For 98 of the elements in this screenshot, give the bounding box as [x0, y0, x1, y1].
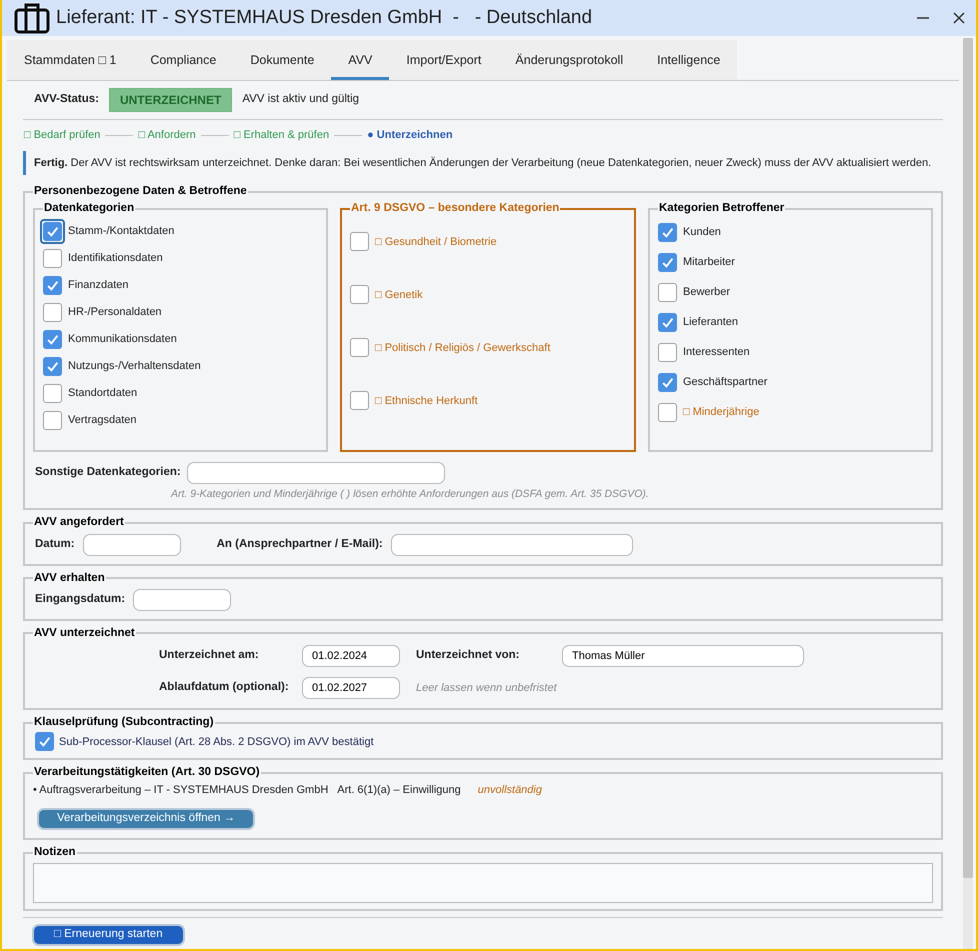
status-text: AVV ist aktiv und gültig [242, 92, 360, 108]
checkbox-label: Kunden [683, 225, 721, 240]
text-field[interactable]: Thomas Müller [562, 645, 804, 667]
legal-basis: Art. 6(1)(a) – Einwilligung [337, 782, 461, 798]
checkbox[interactable] [43, 302, 62, 322]
checkbox[interactable] [35, 732, 54, 752]
checkbox[interactable] [43, 356, 62, 376]
field-label: Unterzeichnet von: [416, 648, 521, 664]
group-title: Personenbezogene Daten & Betroffene [33, 184, 248, 199]
checkbox[interactable] [43, 384, 62, 402]
renewal-button[interactable]: □ Erneuerung starten [32, 924, 185, 946]
checkbox-label: □ Ethnische Herkunft [375, 394, 478, 408]
checkbox[interactable] [350, 390, 369, 410]
checkmark-icon [661, 376, 674, 389]
group-title: Klauselprüfung (Subcontracting) [33, 715, 215, 730]
checkbox-label: Nutzungs-/Verhaltensdaten [68, 358, 201, 374]
checkbox-label: Interessenten [683, 345, 750, 360]
tab[interactable]: Import/Export [389, 40, 498, 80]
group-title: Kategorien Betroffener [658, 201, 786, 216]
tab[interactable]: Stammdaten □ 1 [7, 40, 134, 80]
activity-text: • Auftragsverarbeitung – IT - SYSTEMHAUS Dresden GmbH [33, 782, 328, 798]
checkbox-label: Kommunikationsdaten [68, 332, 177, 347]
checkbox-label: Geschäftspartner [683, 375, 768, 390]
checkbox-label: Vertragsdaten [68, 412, 136, 428]
field-label: Datum: [35, 536, 75, 552]
tab[interactable]: Änderungsprotokoll [498, 40, 640, 80]
text-field[interactable] [390, 534, 633, 556]
text-field[interactable] [186, 462, 445, 484]
checkbox-label: HR-/Personaldaten [68, 304, 162, 320]
tab[interactable]: Dokumente [233, 40, 332, 80]
checkbox[interactable] [43, 248, 62, 268]
checkbox[interactable] [658, 343, 677, 362]
tab[interactable]: AVV [331, 40, 390, 80]
status-badge: UNTERZEICHNET [108, 88, 232, 112]
checkbox[interactable] [658, 223, 677, 242]
checkmark-icon [661, 316, 674, 329]
checkbox-label: □ Genetik [375, 288, 423, 302]
group-title: Art. 9 DSGVO – besondere Kategorien [350, 201, 560, 216]
group-title: AVV angefordert [33, 515, 125, 530]
field-label: Unterzeichnet am: [159, 648, 260, 664]
notes-field[interactable] [33, 863, 933, 904]
checkmark-icon [46, 224, 59, 238]
group-title: Verarbeitungstätigkeiten (Art. 30 DSGVO) [33, 765, 261, 780]
progress-step: □ Erhalten & prüfen [234, 127, 330, 144]
checkbox[interactable] [350, 338, 369, 356]
group-title: Datenkategorien [43, 201, 136, 216]
group-title: AVV erhalten [33, 570, 106, 586]
checkbox[interactable] [658, 283, 677, 302]
progress-step: □ Anfordern [138, 127, 196, 144]
checkbox[interactable] [43, 276, 62, 294]
checkmark-icon [38, 735, 51, 748]
field-label: An (Ansprechpartner / E-Mail): [216, 536, 383, 552]
status-text: unvollständig [478, 782, 542, 798]
checkbox-label: Finanzdaten [68, 278, 129, 293]
checkbox-label: Stamm-/Kontaktdaten [68, 224, 174, 239]
checkbox-label: Identifikationsdaten [68, 250, 163, 266]
checkbox-label: Standortdaten [68, 386, 138, 401]
close-icon[interactable] [952, 11, 966, 25]
checkbox[interactable] [658, 403, 677, 422]
text-field[interactable] [133, 588, 232, 611]
window-title: Lieferant: IT - SYSTEMHAUS Dresden GmbH - - Deutschland [56, 6, 592, 30]
briefcase-icon [14, 2, 50, 34]
field-label: Sonstige Datenkategorien: [35, 464, 181, 480]
checkmark-icon [661, 256, 674, 269]
checkbox[interactable] [43, 330, 62, 348]
checkmark-icon [46, 332, 59, 346]
text-field[interactable]: 01.02.2027 [302, 677, 400, 699]
group-title: AVV unterzeichnet [33, 626, 136, 641]
tab[interactable]: Intelligence [640, 40, 738, 80]
checkbox-label: Mitarbeiter [683, 255, 735, 270]
checkbox-label: □ Politisch / Religiös / Gewerkschaft [375, 340, 550, 356]
hint-text: Leer lassen wenn unbefristet [416, 680, 558, 696]
tab[interactable]: Compliance [133, 40, 234, 80]
checkbox[interactable] [350, 284, 369, 304]
checkmark-icon [46, 278, 59, 292]
checkbox[interactable] [350, 232, 369, 250]
hint-text: Art. 9-Kategorien und Minderjährige ( ) lösen erhöhte Anforderungen aus (DSFA gem. Art. 35 DSGVO). [170, 486, 650, 502]
status-label: AVV-Status: [34, 92, 99, 108]
checkbox[interactable] [43, 410, 62, 430]
field-label: Ablaufdatum (optional): [159, 680, 290, 696]
checkbox-label: □ Gesundheit / Biometrie [375, 234, 497, 250]
open-register-button[interactable]: Verarbeitungsverzeichnis öffnen → [37, 808, 256, 830]
checkbox-label: Sub-Processor-Klausel (Art. 28 Abs. 2 DSGVO) im AVV bestätigt [59, 734, 374, 750]
checkmark-icon [46, 360, 59, 372]
group-title: Notizen [33, 845, 77, 860]
checkbox[interactable] [658, 313, 677, 332]
checkbox-label: Lieferanten [683, 315, 738, 330]
checkbox[interactable] [658, 373, 677, 392]
text-field[interactable]: 01.02.2024 [302, 645, 400, 667]
checkbox-label: □ Minderjährige [683, 405, 760, 420]
checkbox-label: Bewerber [683, 285, 730, 300]
checkmark-icon [661, 226, 674, 239]
field-label: Eingangsdatum: [35, 592, 126, 608]
progress-step: □ Bedarf prüfen [24, 127, 100, 144]
progress-step: ● Unterzeichnen [367, 127, 453, 144]
text-field[interactable] [82, 534, 181, 556]
info-message: Fertig. Der AVV ist rechtswirksam unterzeichnet. Denke daran: Bei wesentlichen Änderungen der Verarbeitung (neue Datenkategorien, neuer Zweck) muss der AVV aktualisiert werden. [23, 150, 943, 175]
checkbox[interactable] [658, 253, 677, 272]
